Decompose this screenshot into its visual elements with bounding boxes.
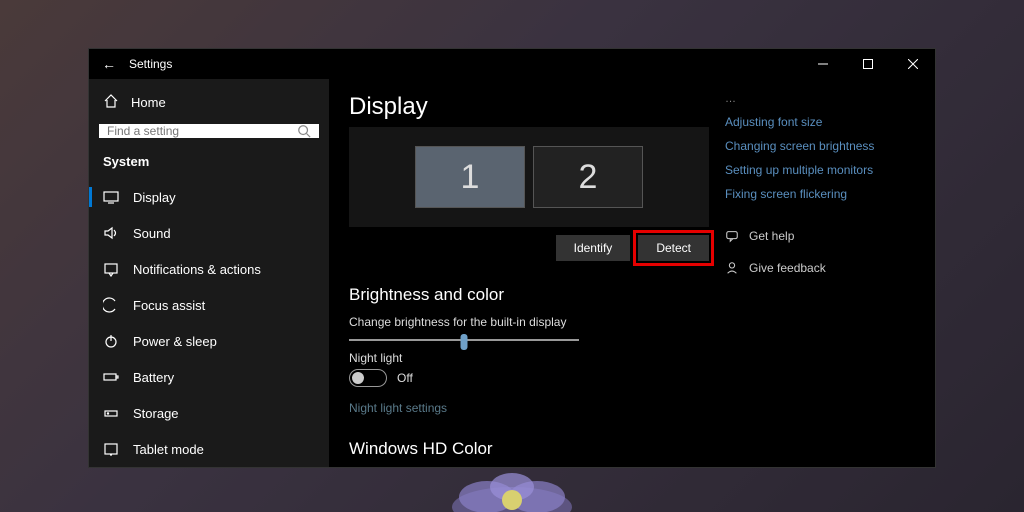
sidebar-item-display[interactable]: Display	[99, 179, 319, 215]
help-link[interactable]: Adjusting font size	[725, 115, 917, 129]
sidebar-item-label: Tablet mode	[133, 442, 204, 457]
notifications-icon	[103, 261, 119, 277]
chat-icon	[725, 229, 739, 243]
battery-icon	[103, 369, 119, 385]
titlebar: ← Settings	[89, 49, 935, 79]
search-input[interactable]	[107, 124, 297, 138]
help-link[interactable]: Setting up multiple monitors	[725, 163, 917, 177]
sidebar-item-power-sleep[interactable]: Power & sleep	[99, 323, 319, 359]
sidebar-item-storage[interactable]: Storage	[99, 395, 319, 431]
sidebar-item-label: Storage	[133, 406, 179, 421]
sidebar-item-label: Notifications & actions	[133, 262, 261, 277]
help-link[interactable]: Changing screen brightness	[725, 139, 917, 153]
right-column: … Adjusting font size Changing screen br…	[715, 79, 935, 467]
display-buttons-row: Identify Detect	[349, 235, 709, 261]
slider-thumb[interactable]	[461, 334, 468, 350]
sidebar-nav: Display Sound Notifications & actions Fo…	[99, 179, 319, 467]
monitor-2[interactable]: 2	[533, 146, 643, 208]
brightness-heading: Brightness and color	[349, 285, 695, 305]
give-feedback-label: Give feedback	[749, 261, 826, 275]
sidebar-item-focus-assist[interactable]: Focus assist	[99, 287, 319, 323]
page-title: Display	[349, 93, 695, 121]
sidebar: Home System Display Sound	[89, 79, 329, 467]
tablet-icon	[103, 441, 119, 457]
brightness-label: Change brightness for the built-in displ…	[349, 315, 695, 329]
help-link[interactable]: Fixing screen flickering	[725, 187, 917, 201]
sidebar-item-tablet-mode[interactable]: Tablet mode	[99, 431, 319, 467]
settings-window: ← Settings Home System	[88, 48, 936, 468]
sidebar-item-sound[interactable]: Sound	[99, 215, 319, 251]
night-light-settings-link[interactable]: Night light settings	[349, 401, 695, 415]
sidebar-item-notifications[interactable]: Notifications & actions	[99, 251, 319, 287]
back-button[interactable]: ←	[89, 56, 129, 72]
get-help-link[interactable]: Get help	[725, 229, 917, 243]
focus-assist-icon	[103, 297, 119, 313]
display-icon	[103, 189, 119, 205]
brightness-slider-wrap	[349, 339, 695, 341]
sidebar-section-label: System	[99, 150, 319, 179]
question-heading-partial: …	[725, 93, 917, 105]
home-icon	[103, 93, 119, 112]
night-light-label: Night light	[349, 351, 695, 365]
display-arrangement-box[interactable]: 1 2	[349, 127, 709, 227]
toggle-knob	[352, 372, 364, 384]
sidebar-home-label: Home	[131, 95, 166, 110]
night-light-toggle[interactable]	[349, 369, 387, 387]
monitor-1[interactable]: 1	[415, 146, 525, 208]
minimize-button[interactable]	[800, 49, 845, 79]
search-icon	[297, 124, 311, 138]
search-box[interactable]	[99, 124, 319, 138]
sidebar-item-label: Display	[133, 190, 176, 205]
hd-color-heading: Windows HD Color	[349, 439, 695, 459]
storage-icon	[103, 405, 119, 421]
content-area: Display 1 2 Identify Detect Brightness a…	[329, 79, 715, 467]
close-button[interactable]	[890, 49, 935, 79]
night-light-state: Off	[397, 371, 413, 385]
main-panel: Display 1 2 Identify Detect Brightness a…	[329, 79, 935, 467]
window-title: Settings	[129, 57, 172, 71]
sidebar-item-label: Power & sleep	[133, 334, 217, 349]
sidebar-home[interactable]: Home	[99, 85, 319, 124]
detect-button[interactable]: Detect	[638, 235, 709, 261]
sound-icon	[103, 225, 119, 241]
get-help-label: Get help	[749, 229, 794, 243]
give-feedback-link[interactable]: Give feedback	[725, 261, 917, 275]
feedback-icon	[725, 261, 739, 275]
power-icon	[103, 333, 119, 349]
sidebar-item-label: Sound	[133, 226, 171, 241]
sidebar-item-label: Focus assist	[133, 298, 205, 313]
brightness-slider[interactable]	[349, 339, 579, 341]
identify-button[interactable]: Identify	[556, 235, 631, 261]
sidebar-item-label: Battery	[133, 370, 174, 385]
sidebar-item-battery[interactable]: Battery	[99, 359, 319, 395]
maximize-button[interactable]	[845, 49, 890, 79]
